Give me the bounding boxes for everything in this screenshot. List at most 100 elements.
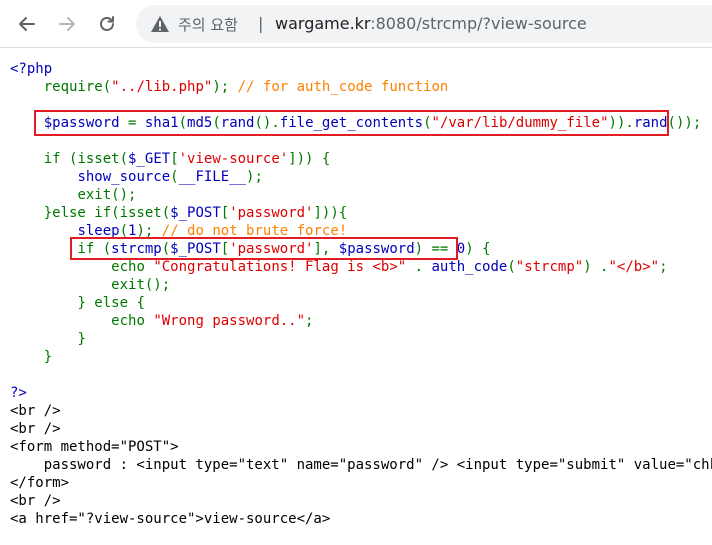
code-token: ?> (10, 385, 27, 401)
code-token: ; (305, 313, 314, 329)
code-line: <a href="?view-source">view-source</a> (10, 510, 712, 528)
reload-button[interactable] (92, 9, 122, 39)
code-token: "../lib.php" (111, 79, 213, 95)
url-path: :8080/strcmp/?view-source (370, 14, 587, 33)
url-host: wargame.kr (275, 14, 371, 33)
code-token: ])){ (313, 205, 348, 221)
code-token: // for auth_code function (237, 79, 449, 95)
code-token: $_POST (170, 205, 221, 221)
code-token: . (414, 259, 432, 275)
forward-arrow-icon (59, 17, 75, 31)
code-token: ) { (465, 241, 491, 257)
code-token: <form method="POST"> (10, 439, 179, 455)
code-line: <br /> (10, 492, 712, 510)
code-token: isset (77, 151, 120, 167)
code-line: </form> (10, 474, 712, 492)
code-token: require (43, 79, 103, 95)
code-line: <form method="POST"> (10, 438, 712, 456)
code-token: <br /> (10, 403, 61, 419)
code-token: "Congratulations! Flag is <b>" (153, 259, 415, 275)
code-line: } (10, 348, 712, 366)
code-token: } (77, 331, 86, 347)
code-line: exit(); (10, 276, 712, 294)
back-arrow-icon (19, 17, 35, 31)
address-bar[interactable]: 주의 요함 | wargame.kr:8080/strcmp/?view-sou… (136, 5, 712, 43)
code-token: ); (246, 169, 263, 185)
forward-button[interactable] (52, 9, 82, 39)
code-token: <br /> (10, 421, 61, 437)
code-token: echo (111, 259, 154, 275)
code-token: if ( (43, 151, 78, 167)
code-token: [ (170, 151, 179, 167)
code-line: }else if(isset($_POST['password'])){ (10, 204, 712, 222)
code-line: echo "Congratulations! Flag is <b>" . au… (10, 258, 712, 276)
code-token: "strcmp" (515, 259, 584, 275)
code-token: $_GET (128, 151, 171, 167)
back-button[interactable] (12, 9, 42, 39)
code-token: exit(); (77, 187, 137, 203)
code-line: show_source(__FILE__); (10, 168, 712, 186)
code-line: if (isset($_GET['view-source'])) { (10, 150, 712, 168)
code-line: password : <input type="text" name="pass… (10, 456, 712, 474)
code-line: ?> (10, 384, 712, 402)
address-separator: | (258, 14, 264, 33)
code-line: <br /> (10, 420, 712, 438)
code-token: isset (119, 205, 162, 221)
code-token: } else { (77, 295, 145, 311)
code-token: ) . (583, 259, 609, 275)
code-line: <br /> (10, 402, 712, 420)
code-token: show_source (77, 169, 171, 185)
code-token: <a href="?view-source">view-source</a> (10, 511, 331, 527)
code-token: "Wrong password.." (153, 313, 306, 329)
code-token: auth_code (431, 259, 508, 275)
code-token: } (43, 349, 53, 365)
code-token: __FILE__ (178, 169, 247, 185)
security-warning-text[interactable]: 주의 요함 (178, 14, 238, 35)
browser-toolbar: 주의 요함 | wargame.kr:8080/strcmp/?view-sou… (0, 0, 712, 48)
code-token: ()); (667, 115, 702, 131)
code-token: ])) { (288, 151, 331, 167)
url-text[interactable]: wargame.kr:8080/strcmp/?view-source (275, 14, 587, 33)
code-token: 'view-source' (178, 151, 289, 167)
code-token: 0 (456, 241, 466, 257)
code-token: ( (507, 259, 516, 275)
code-line: } (10, 330, 712, 348)
code-token: 'password' (229, 205, 314, 221)
code-token: }else if( (43, 205, 120, 221)
code-token: ); (212, 79, 238, 95)
code-line: <?php (10, 60, 712, 78)
code-token: exit(); (111, 277, 171, 293)
strcmp-condition-highlight (70, 237, 458, 260)
code-token: ; (659, 259, 668, 275)
code-line: exit(); (10, 186, 712, 204)
reload-icon (100, 16, 114, 31)
password-line-highlight (34, 110, 669, 136)
code-token: <br /> (10, 493, 61, 509)
code-token: ( (170, 169, 179, 185)
code-token: "</b>" (608, 259, 660, 275)
code-token: ( (102, 79, 112, 95)
code-line: } else { (10, 294, 712, 312)
code-token: <?php (10, 61, 53, 77)
code-token: [ (220, 205, 230, 221)
code-token: echo (111, 313, 154, 329)
code-line: require("../lib.php"); // for auth_code … (10, 78, 712, 96)
warning-triangle-icon[interactable] (150, 15, 170, 33)
code-token: </form> (10, 475, 70, 491)
code-token: password : <input type="text" name="pass… (10, 457, 712, 473)
code-token: ( (161, 205, 171, 221)
